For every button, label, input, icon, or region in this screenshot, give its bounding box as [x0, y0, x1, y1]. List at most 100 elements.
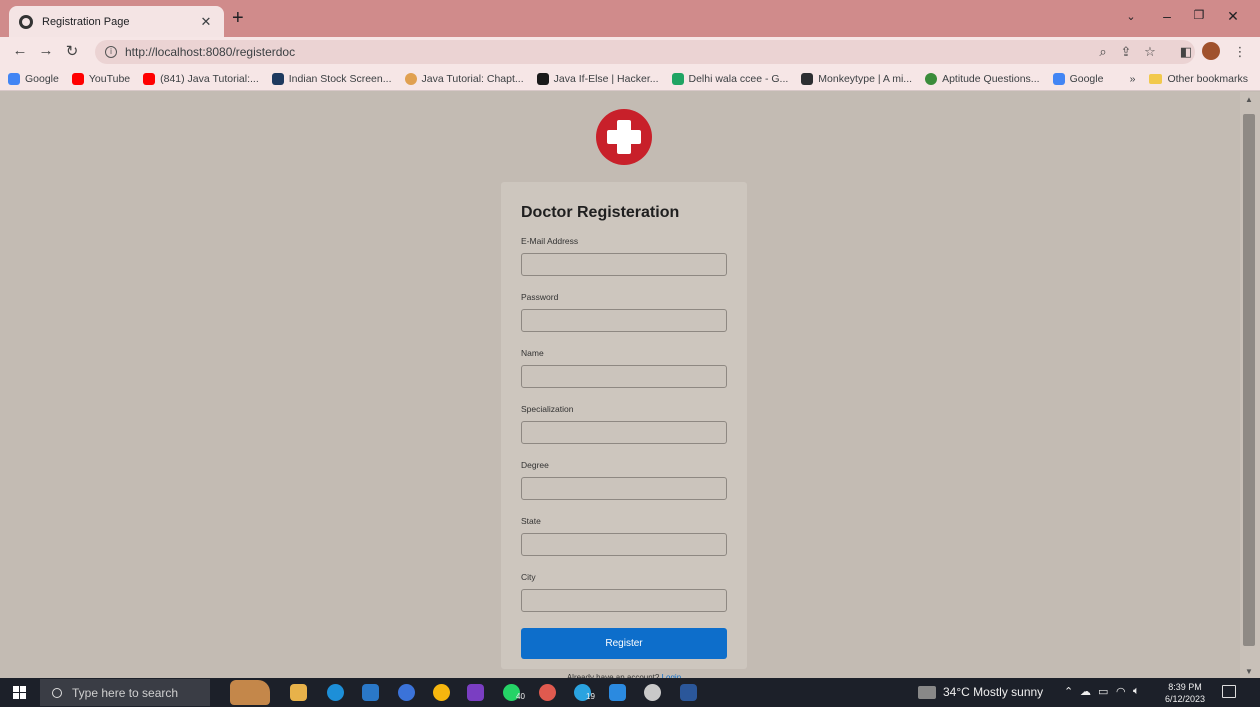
- city-label: City: [521, 572, 536, 582]
- tab-title: Registration Page: [42, 15, 130, 28]
- bookmark-item[interactable]: Delhi wala ccee - G...: [671, 72, 789, 85]
- google-drive-icon: [671, 72, 684, 85]
- bookmark-label: (841) Java Tutorial:...: [160, 72, 259, 85]
- search-placeholder: Type here to search: [72, 685, 179, 700]
- minimize-button[interactable]: –: [1152, 8, 1182, 24]
- bookmarks-bar: Google YouTube (841) Java Tutorial:... I…: [0, 67, 1260, 91]
- cortana-icon[interactable]: [398, 684, 415, 701]
- bookmark-item[interactable]: Java If-Else | Hacker...: [536, 72, 659, 85]
- tutorial-icon: [404, 72, 417, 85]
- bookmark-label: YouTube: [88, 72, 131, 85]
- registration-card: Doctor Registeration E-Mail Address Pass…: [501, 182, 747, 682]
- browser-toolbar: ← → ↻ i http://localhost:8080/registerdo…: [0, 37, 1260, 67]
- windows-start-icon[interactable]: [13, 686, 26, 699]
- speaker-icon[interactable]: 🔈︎: [1133, 685, 1140, 698]
- bookmark-item[interactable]: Monkeytype | A mi...: [801, 72, 913, 85]
- bookmark-favicon-icon: [8, 72, 20, 85]
- youtube-icon: [71, 72, 84, 85]
- page-viewport: Doctor Registeration E-Mail Address Pass…: [0, 92, 1240, 682]
- google-icon: [1052, 72, 1065, 85]
- chrome-profile-icon[interactable]: [539, 684, 556, 701]
- site-info-icon[interactable]: i: [105, 46, 117, 58]
- profile-avatar[interactable]: [1202, 42, 1220, 60]
- close-tab-icon[interactable]: ✕: [198, 14, 214, 30]
- menu-kebab-icon[interactable]: ⋮: [1232, 44, 1248, 60]
- tab-search-icon[interactable]: ⌄: [1116, 10, 1146, 23]
- close-window-button[interactable]: ✕: [1218, 8, 1248, 25]
- hackerrank-icon: [536, 72, 549, 85]
- weather-text[interactable]: 34°C Mostly sunny: [943, 685, 1043, 699]
- tab-registration-page[interactable]: Registration Page ✕: [9, 6, 224, 37]
- degree-field[interactable]: [521, 477, 727, 500]
- email-label: E-Mail Address: [521, 236, 579, 246]
- forward-button[interactable]: →: [36, 42, 56, 59]
- bookmark-item[interactable]: Indian Stock Screen...: [271, 72, 392, 85]
- clock[interactable]: 8:39 PM 6/12/2023: [1165, 681, 1205, 705]
- back-button[interactable]: ←: [10, 42, 30, 59]
- globe-icon: [19, 14, 33, 29]
- email-field[interactable]: [521, 253, 727, 276]
- url-text: http://localhost:8080/registerdoc: [125, 45, 296, 59]
- bookmark-item[interactable]: Java Tutorial: Chapt...: [404, 72, 524, 85]
- bookmark-item[interactable]: Google: [1052, 72, 1104, 85]
- more-bookmarks-button[interactable]: »: [1130, 73, 1136, 85]
- mail-icon[interactable]: [362, 684, 379, 701]
- scroll-down-arrow-icon[interactable]: ▼: [1245, 667, 1253, 676]
- specialization-field[interactable]: [521, 421, 727, 444]
- password-field[interactable]: [521, 309, 727, 332]
- specialization-label: Specialization: [521, 404, 574, 414]
- search-icon: [52, 687, 62, 698]
- whatsapp-badge: 40: [516, 692, 525, 701]
- bookmark-item[interactable]: Google: [8, 72, 59, 85]
- city-field[interactable]: [521, 589, 727, 612]
- battery-icon[interactable]: ▭: [1098, 685, 1108, 698]
- settings-gear-icon[interactable]: [644, 684, 661, 701]
- other-bookmarks-button[interactable]: Other bookmarks: [1167, 73, 1248, 85]
- windows-taskbar: Type here to search 40 19 34°C Mostly su…: [0, 678, 1260, 707]
- address-bar[interactable]: i http://localhost:8080/registerdoc: [95, 40, 1195, 64]
- bookmark-label: Aptitude Questions...: [942, 72, 1040, 85]
- chrome-icon[interactable]: [433, 684, 450, 701]
- aptitude-icon: [925, 72, 938, 85]
- screener-icon: [271, 72, 284, 85]
- bookmark-item[interactable]: (841) Java Tutorial:...: [143, 72, 259, 85]
- bookmark-label: Google: [1069, 72, 1104, 85]
- taskbar-search-box[interactable]: Type here to search: [40, 679, 210, 706]
- name-label: Name: [521, 348, 544, 358]
- page-scrollbar[interactable]: ▲ ▼: [1240, 92, 1260, 678]
- scrollbar-thumb[interactable]: [1243, 114, 1255, 646]
- bookmark-item[interactable]: YouTube: [71, 72, 131, 85]
- cat-widget-icon[interactable]: [230, 680, 270, 705]
- bookmark-item[interactable]: Aptitude Questions...: [925, 72, 1040, 85]
- edge-icon[interactable]: [327, 684, 344, 701]
- state-field[interactable]: [521, 533, 727, 556]
- bookmark-label: Java Tutorial: Chapt...: [421, 72, 524, 85]
- vscode-icon[interactable]: [609, 684, 626, 701]
- onenote-icon[interactable]: [467, 684, 484, 701]
- new-tab-button[interactable]: +: [232, 8, 244, 28]
- clock-date: 6/12/2023: [1165, 694, 1206, 704]
- file-explorer-icon[interactable]: [290, 684, 307, 701]
- share-icon[interactable]: ⇪: [1118, 44, 1134, 60]
- bookmark-label: Monkeytype | A mi...: [818, 72, 913, 85]
- reload-button[interactable]: ↻: [62, 42, 82, 60]
- wifi-icon[interactable]: ◠: [1116, 685, 1126, 698]
- password-label: Password: [521, 292, 559, 302]
- notification-icon[interactable]: [1222, 685, 1236, 698]
- register-button[interactable]: Register: [521, 628, 727, 659]
- bookmark-label: Delhi wala ccee - G...: [688, 72, 789, 85]
- form-title: Doctor Registeration: [521, 204, 680, 221]
- side-panel-icon[interactable]: ◧: [1178, 44, 1194, 60]
- bookmark-star-icon[interactable]: ☆: [1142, 44, 1158, 60]
- restore-button[interactable]: ❐: [1184, 8, 1214, 22]
- name-field[interactable]: [521, 365, 727, 388]
- news-weather-icon[interactable]: [918, 686, 936, 699]
- scroll-up-arrow-icon[interactable]: ▲: [1245, 95, 1253, 104]
- degree-label: Degree: [521, 460, 549, 470]
- word-icon[interactable]: [680, 684, 697, 701]
- tray-chevron-icon[interactable]: ⌃: [1064, 685, 1073, 698]
- state-label: State: [521, 516, 541, 526]
- zoom-icon[interactable]: ⌕: [1095, 44, 1111, 60]
- network-tray-icon[interactable]: ☁: [1080, 685, 1091, 698]
- bookmark-label: Google: [25, 72, 59, 85]
